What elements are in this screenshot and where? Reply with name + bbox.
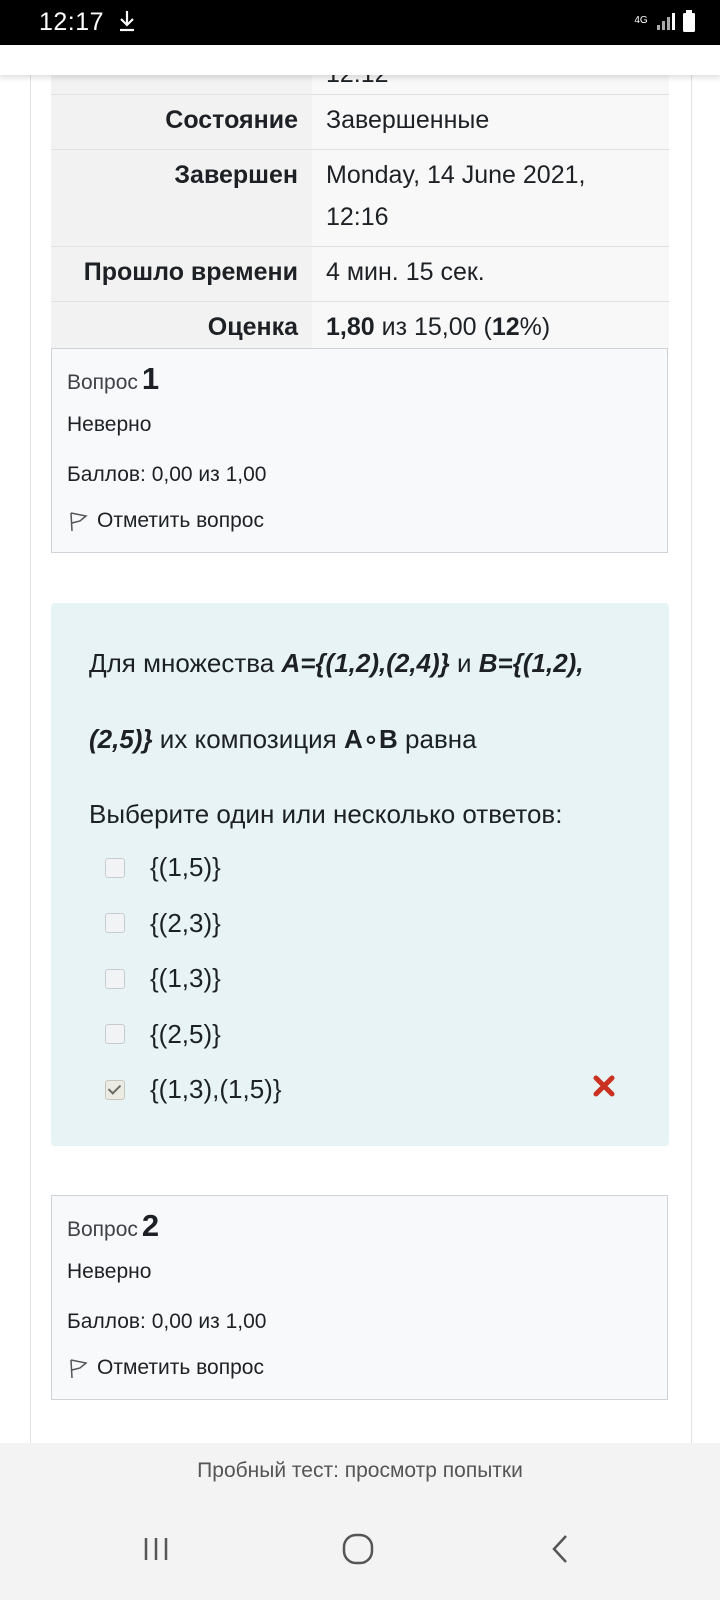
flag-question-label: Отметить вопрос bbox=[97, 509, 264, 532]
question-state: Неверно bbox=[67, 413, 152, 436]
summary-value: 4 мин. 15 сек. bbox=[312, 247, 669, 301]
answer-option[interactable]: {(2,5)} bbox=[89, 1007, 631, 1063]
summary-label: Прошло времени bbox=[51, 247, 312, 301]
question-text: Для множества A={(1,2),(2,4)} и B={(1,2)… bbox=[89, 648, 584, 754]
question-state: Неверно bbox=[67, 1260, 152, 1283]
answer-checkbox[interactable] bbox=[105, 913, 125, 934]
summary-value-line1: Monday, 14 June 2021, bbox=[326, 161, 586, 189]
back-icon[interactable] bbox=[542, 1531, 578, 1567]
signal-icon bbox=[657, 13, 675, 30]
answer-option[interactable]: {(1,5)} bbox=[89, 840, 631, 896]
grade-of: из 15,00 ( bbox=[374, 313, 492, 341]
attempt-summary-table: 12:12 Состояние Завершенные Завершен Mon… bbox=[51, 58, 669, 356]
question-content-1: Для множества A={(1,2),(2,4)} и B={(1,2)… bbox=[51, 603, 669, 1146]
question-grade: Баллов: 0,00 из 1,00 bbox=[67, 1310, 267, 1333]
grade-tail: %) bbox=[519, 313, 551, 341]
answer-checkbox[interactable] bbox=[105, 857, 125, 878]
flag-question-link[interactable]: Отметить вопрос bbox=[67, 509, 652, 533]
flag-question-link[interactable]: Отметить вопрос bbox=[67, 1356, 652, 1380]
answer-option[interactable]: {(1,3),(1,5)} bbox=[89, 1062, 631, 1118]
flag-question-label: Отметить вопрос bbox=[97, 1356, 264, 1379]
question-info-2: Вопрос 2 Неверно Баллов: 0,00 из 1,00 Отм… bbox=[51, 1195, 668, 1400]
page-title-bar: Пробный тест: просмотр попытки bbox=[0, 1443, 720, 1499]
summary-label: Завершен bbox=[51, 150, 312, 246]
answer-prompt: Выберите один или несколько ответов: bbox=[89, 799, 563, 829]
battery-icon bbox=[683, 10, 695, 32]
summary-row-finished: Завершен Monday, 14 June 2021, 12:16 bbox=[51, 149, 669, 246]
question-number: Вопрос 2 bbox=[67, 1208, 160, 1243]
answer-checkbox[interactable] bbox=[105, 968, 125, 989]
grade-score: 1,80 bbox=[326, 313, 375, 341]
home-icon[interactable] bbox=[340, 1531, 376, 1567]
summary-value: Завершенные bbox=[312, 95, 669, 149]
answer-label: {(1,3),(1,5)} bbox=[150, 1074, 282, 1105]
answer-option[interactable]: {(1,3)} bbox=[89, 951, 631, 1007]
answer-list: {(1,5)} {(2,3)} {(1,3)} {(2,5)} {(1,3),(… bbox=[89, 840, 631, 1118]
network-type-label: 4G bbox=[634, 15, 648, 26]
answer-option[interactable]: {(2,3)} bbox=[89, 896, 631, 952]
flag-icon bbox=[70, 512, 88, 532]
question-info-1: Вопрос 1 Неверно Баллов: 0,00 из 1,00 Отм… bbox=[51, 348, 668, 553]
answer-label: {(1,5)} bbox=[150, 852, 221, 883]
grade-percent: 12 bbox=[491, 313, 520, 341]
summary-label: Состояние bbox=[51, 95, 312, 149]
status-time: 12:17 bbox=[39, 8, 105, 36]
flag-icon bbox=[70, 1359, 88, 1379]
download-icon bbox=[120, 11, 134, 32]
status-bar: 12:17 4G bbox=[0, 0, 720, 45]
summary-row-state: Состояние Завершенные bbox=[51, 94, 669, 149]
answer-checkbox[interactable] bbox=[105, 1024, 125, 1045]
page-title: Пробный тест: просмотр попытки bbox=[197, 1459, 523, 1482]
answer-label: {(2,5)} bbox=[150, 1018, 221, 1049]
recent-apps-icon[interactable] bbox=[138, 1531, 174, 1567]
question-grade: Баллов: 0,00 из 1,00 bbox=[67, 463, 267, 486]
browser-top-edge bbox=[0, 45, 720, 75]
summary-value-line2: 12:16 bbox=[326, 203, 389, 231]
summary-value: Monday, 14 June 2021, 12:16 bbox=[312, 150, 669, 246]
answer-label: {(2,3)} bbox=[150, 907, 221, 938]
system-nav-bar bbox=[0, 1499, 720, 1600]
answer-checkbox-checked[interactable] bbox=[105, 1079, 125, 1100]
summary-row-time: Прошло времени 4 мин. 15 сек. bbox=[51, 246, 669, 301]
incorrect-icon bbox=[593, 1075, 615, 1097]
answer-label: {(1,3)} bbox=[150, 963, 221, 994]
question-number: Вопрос 1 bbox=[67, 361, 160, 396]
